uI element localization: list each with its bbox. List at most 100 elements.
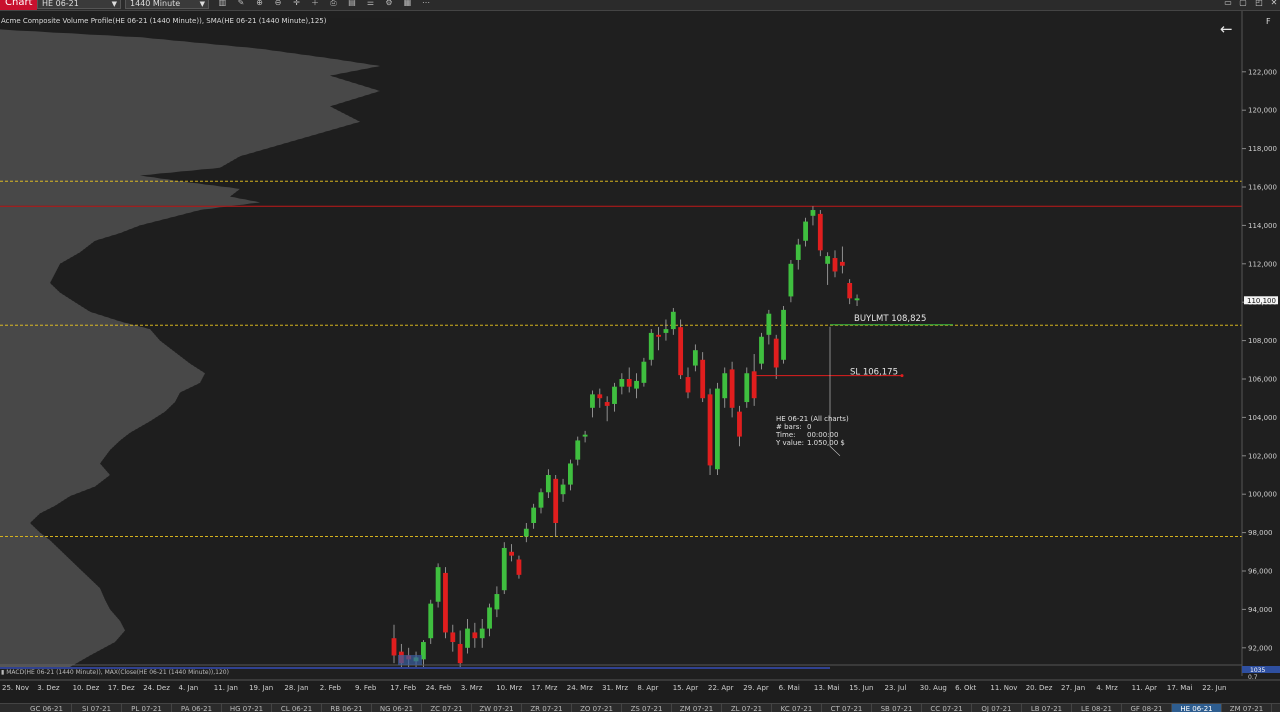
time-label: 22. Jun <box>1202 684 1226 692</box>
data-box-icon[interactable]: ▤ <box>348 0 357 8</box>
candle-body <box>715 388 720 470</box>
chevron-down-icon: ▼ <box>199 0 205 8</box>
candle-body <box>670 311 676 330</box>
instrument-selector[interactable]: HE 06-21 ▼ <box>37 0 121 9</box>
chevron-down-icon: ▼ <box>111 0 117 8</box>
zoom-in-icon[interactable]: ⊕ <box>255 0 264 8</box>
stop-loss-label[interactable]: SL 106,175 <box>850 368 898 378</box>
properties-icon[interactable]: ☰ <box>366 0 375 8</box>
candle-body <box>685 377 691 393</box>
candle-body <box>465 628 470 648</box>
time-label: 17. Feb <box>390 684 416 692</box>
candle-body <box>663 329 669 333</box>
candle-body <box>582 434 588 437</box>
time-label: 11. Apr <box>1132 684 1158 692</box>
candle-body <box>744 373 750 403</box>
f-button[interactable]: F <box>1266 17 1271 26</box>
time-label: 6. Okt <box>955 684 976 692</box>
candle-body <box>501 547 507 591</box>
time-label: 10. Mrz <box>496 684 522 692</box>
candle-body <box>450 632 456 643</box>
candle-body <box>568 463 573 485</box>
candle-body <box>612 386 617 404</box>
interval-selector[interactable]: 1440 Minute ▼ <box>125 0 209 9</box>
candle-body <box>391 638 397 656</box>
time-label: 17. Dez <box>108 684 135 692</box>
save-icon[interactable]: ⎙ <box>329 0 338 8</box>
stop-loss-handle[interactable] <box>900 374 904 378</box>
instrument-value: HE 06-21 <box>42 0 79 8</box>
time-label: 11. Nov <box>990 684 1017 692</box>
maximize-icon[interactable]: ▢ <box>1238 0 1248 8</box>
candle-body <box>707 394 713 466</box>
chart-toolbar: Chart HE 06-21 ▼ 1440 Minute ▼ ▥ ✎ ⊕ ⊖ ✛ ＋ ⎙ ▤ ☰ ⚙ ▦… <box>0 0 1280 11</box>
layout-icon[interactable]: ▦ <box>403 0 412 8</box>
time-label: 28. Jan <box>284 684 308 692</box>
more-icon[interactable]: ⋯ <box>422 0 431 8</box>
draw-icon[interactable]: ✎ <box>237 0 246 8</box>
candle-body <box>641 361 647 383</box>
restore-icon[interactable]: ◰ <box>1254 0 1264 8</box>
minimize-icon[interactable]: ▭ <box>1223 0 1233 8</box>
time-label: 19. Jan <box>249 684 273 692</box>
candle-body <box>553 478 559 523</box>
chart-tab[interactable]: Chart <box>0 0 38 10</box>
candle-body <box>443 572 448 633</box>
candle-body <box>692 350 698 366</box>
candle-body <box>817 213 823 251</box>
candle-body <box>759 336 764 364</box>
candle-body <box>847 283 853 299</box>
price-label: 116,000 <box>1248 184 1277 192</box>
crosshair-icon[interactable]: ✛ <box>292 0 301 8</box>
candle-body <box>560 484 566 495</box>
zoom-out-icon[interactable]: ⊖ <box>274 0 283 8</box>
candle-body <box>494 594 500 610</box>
time-label: 24. Dez <box>143 684 170 692</box>
strategy-icon[interactable]: ⚙ <box>385 0 394 8</box>
candle-body <box>604 402 610 406</box>
time-label: 4. Mrz <box>1096 684 1118 692</box>
candle-body <box>457 643 463 664</box>
time-label: 22. Apr <box>708 684 734 692</box>
data-box-row: Y value: 1.050,00 $ <box>776 439 849 447</box>
time-label: 3. Mrz <box>461 684 483 692</box>
macd-value: 1035 <box>1250 667 1265 674</box>
candle-body <box>803 221 808 241</box>
candle-body <box>795 244 801 260</box>
bars-icon[interactable]: ▥ <box>218 0 227 8</box>
time-label: 15. Apr <box>673 684 699 692</box>
buy-limit-label[interactable]: BUYLMT 108,825 <box>854 314 926 324</box>
price-label: 114,000 <box>1248 222 1277 230</box>
candle-body <box>678 327 684 376</box>
price-label: 120,000 <box>1248 107 1277 115</box>
price-label: 92,000 <box>1248 644 1273 652</box>
candle-body <box>626 379 632 387</box>
price-label: 98,000 <box>1248 529 1273 537</box>
back-arrow-icon[interactable]: ← <box>1220 20 1233 38</box>
time-label: 23. Jul <box>885 684 907 692</box>
indicator-label: Acme Composite Volume Profile(HE 06-21 (… <box>1 17 327 25</box>
selection-marker[interactable] <box>398 655 422 665</box>
candle-body <box>619 379 625 387</box>
current-price-label: 110,100 <box>1247 297 1276 305</box>
candle-body <box>766 313 772 335</box>
candle-body <box>825 256 831 264</box>
interval-value: 1440 Minute <box>130 0 181 8</box>
time-label: 11. Jan <box>214 684 238 692</box>
data-box-value: 00:00:00 <box>807 431 839 439</box>
price-chart[interactable]: BUYLMT 108,825SL 106,175 122,000120,0001… <box>0 11 1280 703</box>
candle-body <box>472 632 478 639</box>
candle-body <box>722 373 728 399</box>
add-icon[interactable]: ＋ <box>311 0 320 8</box>
candle-body <box>516 559 522 575</box>
candle-body <box>634 380 639 389</box>
time-label: 4. Jan <box>179 684 199 692</box>
time-label: 6. Mai <box>779 684 800 692</box>
data-box-row: Time: 00:00:00 <box>776 431 849 439</box>
price-label: 106,000 <box>1248 376 1277 384</box>
candle-body <box>597 394 603 399</box>
price-label: 96,000 <box>1248 568 1273 576</box>
time-label: 17. Mrz <box>532 684 558 692</box>
close-icon[interactable]: ✕ <box>1269 0 1279 8</box>
candle-body <box>487 607 492 629</box>
